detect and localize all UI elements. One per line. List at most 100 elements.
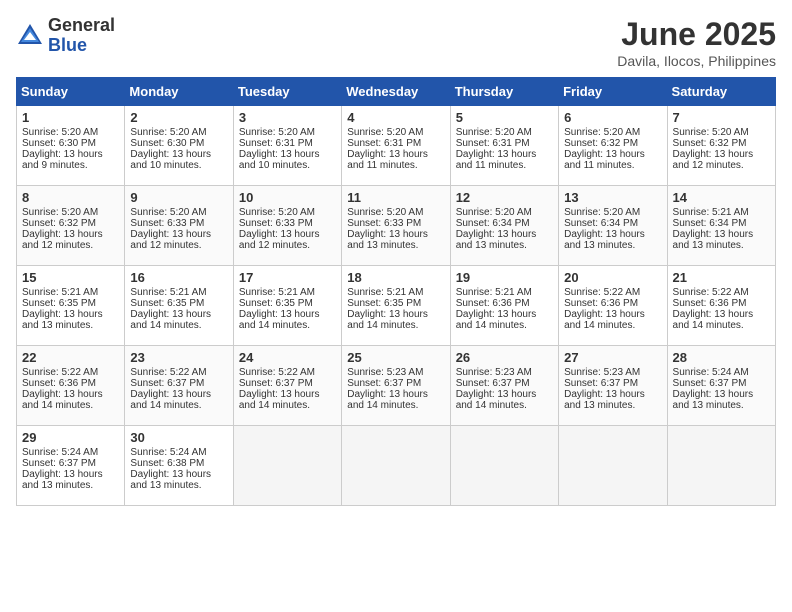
sunset-label: Sunset: 6:37 PM — [673, 378, 747, 389]
empty-cell — [559, 426, 667, 506]
col-header-friday: Friday — [559, 78, 667, 106]
sunrise-label: Sunrise: 5:20 AM — [347, 127, 423, 138]
sunset-label: Sunset: 6:35 PM — [239, 298, 313, 309]
daylight-label: Daylight: 13 hours and 13 minutes. — [564, 229, 645, 251]
day-number: 15 — [22, 270, 119, 285]
day-cell-14: 14 Sunrise: 5:21 AM Sunset: 6:34 PM Dayl… — [667, 186, 775, 266]
day-number: 2 — [130, 110, 227, 125]
day-number: 9 — [130, 190, 227, 205]
day-number: 13 — [564, 190, 661, 205]
day-cell-21: 21 Sunrise: 5:22 AM Sunset: 6:36 PM Dayl… — [667, 266, 775, 346]
day-number: 3 — [239, 110, 336, 125]
week-row-5: 29 Sunrise: 5:24 AM Sunset: 6:37 PM Dayl… — [17, 426, 776, 506]
daylight-label: Daylight: 13 hours and 14 minutes. — [130, 309, 211, 331]
sunset-label: Sunset: 6:37 PM — [22, 458, 96, 469]
day-number: 8 — [22, 190, 119, 205]
daylight-label: Daylight: 13 hours and 14 minutes. — [456, 309, 537, 331]
sunrise-label: Sunrise: 5:22 AM — [564, 287, 640, 298]
month-title: June 2025 — [617, 16, 776, 53]
logo-general: General — [48, 16, 115, 36]
logo-blue: Blue — [48, 36, 115, 56]
daylight-label: Daylight: 13 hours and 14 minutes. — [130, 389, 211, 411]
logo-icon — [16, 22, 44, 50]
daylight-label: Daylight: 13 hours and 10 minutes. — [130, 149, 211, 171]
location: Davila, Ilocos, Philippines — [617, 53, 776, 69]
daylight-label: Daylight: 13 hours and 13 minutes. — [673, 389, 754, 411]
sunset-label: Sunset: 6:37 PM — [130, 378, 204, 389]
sunset-label: Sunset: 6:36 PM — [673, 298, 747, 309]
week-row-4: 22 Sunrise: 5:22 AM Sunset: 6:36 PM Dayl… — [17, 346, 776, 426]
sunrise-label: Sunrise: 5:20 AM — [239, 207, 315, 218]
day-number: 22 — [22, 350, 119, 365]
day-cell-3: 3 Sunrise: 5:20 AM Sunset: 6:31 PM Dayli… — [233, 106, 341, 186]
col-header-monday: Monday — [125, 78, 233, 106]
sunrise-label: Sunrise: 5:23 AM — [564, 367, 640, 378]
daylight-label: Daylight: 13 hours and 10 minutes. — [239, 149, 320, 171]
day-number: 4 — [347, 110, 444, 125]
empty-cell — [667, 426, 775, 506]
day-number: 17 — [239, 270, 336, 285]
sunrise-label: Sunrise: 5:21 AM — [456, 287, 532, 298]
day-number: 18 — [347, 270, 444, 285]
day-cell-22: 22 Sunrise: 5:22 AM Sunset: 6:36 PM Dayl… — [17, 346, 125, 426]
week-row-3: 15 Sunrise: 5:21 AM Sunset: 6:35 PM Dayl… — [17, 266, 776, 346]
sunrise-label: Sunrise: 5:20 AM — [130, 127, 206, 138]
sunset-label: Sunset: 6:33 PM — [130, 218, 204, 229]
empty-cell — [450, 426, 558, 506]
daylight-label: Daylight: 13 hours and 11 minutes. — [564, 149, 645, 171]
logo: General Blue — [16, 16, 115, 56]
daylight-label: Daylight: 13 hours and 13 minutes. — [347, 229, 428, 251]
day-cell-13: 13 Sunrise: 5:20 AM Sunset: 6:34 PM Dayl… — [559, 186, 667, 266]
empty-cell — [342, 426, 450, 506]
sunrise-label: Sunrise: 5:20 AM — [22, 127, 98, 138]
sunrise-label: Sunrise: 5:24 AM — [673, 367, 749, 378]
sunset-label: Sunset: 6:30 PM — [130, 138, 204, 149]
sunset-label: Sunset: 6:34 PM — [456, 218, 530, 229]
daylight-label: Daylight: 13 hours and 13 minutes. — [456, 229, 537, 251]
sunrise-label: Sunrise: 5:22 AM — [130, 367, 206, 378]
sunset-label: Sunset: 6:36 PM — [22, 378, 96, 389]
day-cell-20: 20 Sunrise: 5:22 AM Sunset: 6:36 PM Dayl… — [559, 266, 667, 346]
col-header-thursday: Thursday — [450, 78, 558, 106]
daylight-label: Daylight: 13 hours and 13 minutes. — [130, 469, 211, 491]
day-number: 10 — [239, 190, 336, 205]
daylight-label: Daylight: 13 hours and 13 minutes. — [22, 309, 103, 331]
sunrise-label: Sunrise: 5:20 AM — [564, 127, 640, 138]
daylight-label: Daylight: 13 hours and 12 minutes. — [239, 229, 320, 251]
sunrise-label: Sunrise: 5:21 AM — [22, 287, 98, 298]
daylight-label: Daylight: 13 hours and 14 minutes. — [239, 309, 320, 331]
sunset-label: Sunset: 6:35 PM — [22, 298, 96, 309]
daylight-label: Daylight: 13 hours and 14 minutes. — [22, 389, 103, 411]
sunrise-label: Sunrise: 5:21 AM — [130, 287, 206, 298]
sunset-label: Sunset: 6:32 PM — [673, 138, 747, 149]
sunrise-label: Sunrise: 5:22 AM — [22, 367, 98, 378]
day-number: 7 — [673, 110, 770, 125]
day-cell-10: 10 Sunrise: 5:20 AM Sunset: 6:33 PM Dayl… — [233, 186, 341, 266]
col-header-sunday: Sunday — [17, 78, 125, 106]
day-cell-1: 1 Sunrise: 5:20 AM Sunset: 6:30 PM Dayli… — [17, 106, 125, 186]
sunset-label: Sunset: 6:38 PM — [130, 458, 204, 469]
week-row-2: 8 Sunrise: 5:20 AM Sunset: 6:32 PM Dayli… — [17, 186, 776, 266]
day-cell-23: 23 Sunrise: 5:22 AM Sunset: 6:37 PM Dayl… — [125, 346, 233, 426]
sunset-label: Sunset: 6:30 PM — [22, 138, 96, 149]
calendar-table: SundayMondayTuesdayWednesdayThursdayFrid… — [16, 77, 776, 506]
sunset-label: Sunset: 6:34 PM — [673, 218, 747, 229]
day-cell-18: 18 Sunrise: 5:21 AM Sunset: 6:35 PM Dayl… — [342, 266, 450, 346]
sunrise-label: Sunrise: 5:20 AM — [22, 207, 98, 218]
sunrise-label: Sunrise: 5:23 AM — [347, 367, 423, 378]
sunset-label: Sunset: 6:33 PM — [347, 218, 421, 229]
sunset-label: Sunset: 6:37 PM — [347, 378, 421, 389]
daylight-label: Daylight: 13 hours and 12 minutes. — [673, 149, 754, 171]
day-number: 27 — [564, 350, 661, 365]
day-cell-2: 2 Sunrise: 5:20 AM Sunset: 6:30 PM Dayli… — [125, 106, 233, 186]
day-number: 25 — [347, 350, 444, 365]
day-cell-15: 15 Sunrise: 5:21 AM Sunset: 6:35 PM Dayl… — [17, 266, 125, 346]
sunset-label: Sunset: 6:32 PM — [22, 218, 96, 229]
daylight-label: Daylight: 13 hours and 13 minutes. — [673, 229, 754, 251]
day-number: 14 — [673, 190, 770, 205]
daylight-label: Daylight: 13 hours and 12 minutes. — [130, 229, 211, 251]
sunrise-label: Sunrise: 5:22 AM — [239, 367, 315, 378]
day-cell-6: 6 Sunrise: 5:20 AM Sunset: 6:32 PM Dayli… — [559, 106, 667, 186]
day-cell-25: 25 Sunrise: 5:23 AM Sunset: 6:37 PM Dayl… — [342, 346, 450, 426]
day-cell-24: 24 Sunrise: 5:22 AM Sunset: 6:37 PM Dayl… — [233, 346, 341, 426]
